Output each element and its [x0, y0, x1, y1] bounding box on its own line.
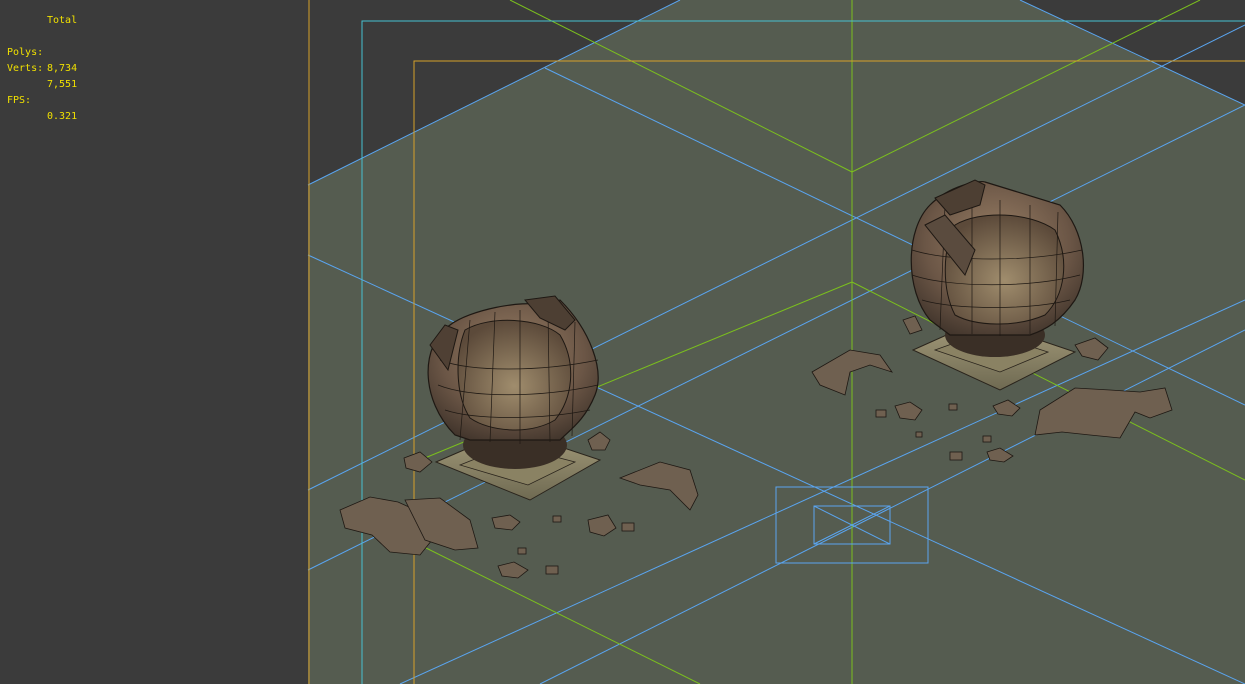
- broken-pot-right[interactable]: [910, 179, 1085, 391]
- fps-label: FPS:: [7, 95, 32, 106]
- stats-total-label: Total: [47, 15, 78, 26]
- 3d-viewport[interactable]: [0, 0, 1245, 684]
- viewport-statistics: Total Polys: 8,734 Verts: 7,551 FPS: 0.3…: [7, 13, 77, 122]
- broken-pot-left[interactable]: [427, 295, 602, 501]
- verts-label: Verts:: [7, 63, 44, 74]
- fps-value: 0.321: [47, 111, 78, 122]
- verts-value: 7,551: [47, 79, 78, 90]
- polys-value: 8,734: [47, 63, 78, 74]
